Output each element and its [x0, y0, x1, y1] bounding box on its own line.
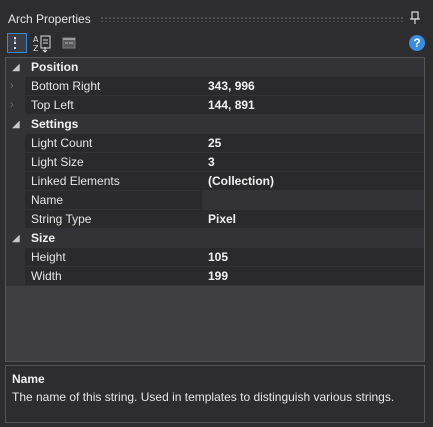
property-value[interactable]: 105	[202, 248, 424, 267]
property-row[interactable]: Linked Elements (Collection)	[6, 172, 424, 191]
row-gutter	[6, 191, 24, 210]
property-pages-icon[interactable]	[60, 33, 80, 53]
row-gutter	[6, 172, 24, 191]
property-value[interactable]	[202, 191, 424, 210]
svg-text:A: A	[33, 35, 39, 44]
property-row[interactable]: String Type Pixel	[6, 210, 424, 229]
property-name: Bottom Right	[25, 77, 206, 96]
properties-panel: Arch Properties AZ ? ◢ Position › Bottom Ri…	[0, 0, 433, 427]
row-gutter	[6, 134, 24, 153]
property-value[interactable]: 199	[202, 267, 424, 286]
property-name: Name	[25, 191, 206, 210]
drag-grip[interactable]	[100, 16, 403, 22]
property-value[interactable]: 3	[202, 153, 424, 172]
collapse-icon[interactable]: ◢	[12, 115, 24, 134]
pin-icon[interactable]	[409, 11, 421, 25]
property-row[interactable]: Height 105	[6, 248, 424, 267]
alphabetical-icon[interactable]: AZ	[32, 33, 52, 53]
property-value[interactable]: (Collection)	[202, 172, 424, 191]
property-value[interactable]: 343, 996	[202, 77, 424, 96]
row-gutter	[6, 210, 24, 229]
title-bar[interactable]: Arch Properties	[0, 0, 433, 30]
category-label: Settings	[31, 117, 79, 131]
property-name: Light Size	[25, 153, 206, 172]
property-row[interactable]: Width 199	[6, 267, 424, 286]
row-gutter	[6, 153, 24, 172]
property-row[interactable]: Light Size 3	[6, 153, 424, 172]
description-pane: Name The name of this string. Used in te…	[5, 365, 425, 423]
property-name: Light Count	[25, 134, 206, 153]
property-value[interactable]: 144, 891	[202, 96, 424, 115]
category-label: Size	[31, 231, 56, 245]
property-row[interactable]: › Top Left 144, 891	[6, 96, 424, 115]
category-label: Position	[31, 60, 79, 74]
description-title: Name	[12, 372, 45, 386]
property-name: String Type	[25, 210, 206, 229]
collapse-icon[interactable]: ◢	[12, 58, 24, 77]
svg-text:Z: Z	[33, 44, 39, 53]
row-gutter: ›	[6, 77, 24, 96]
categorized-icon[interactable]	[7, 33, 27, 53]
description-text: The name of this string. Used in templat…	[12, 390, 395, 404]
property-name: Width	[25, 267, 206, 286]
row-gutter: ›	[6, 96, 24, 115]
help-icon[interactable]: ?	[409, 35, 425, 51]
property-value[interactable]: Pixel	[202, 210, 424, 229]
property-row[interactable]: › Bottom Right 343, 996	[6, 77, 424, 96]
toolbar: AZ ?	[0, 32, 433, 54]
category-position[interactable]: ◢ Position	[6, 58, 424, 77]
property-row[interactable]: Name	[6, 191, 424, 210]
property-value[interactable]: 25	[202, 134, 424, 153]
category-settings[interactable]: ◢ Settings	[6, 115, 424, 134]
property-name: Linked Elements	[25, 172, 206, 191]
property-name: Top Left	[25, 96, 206, 115]
row-gutter	[6, 267, 24, 286]
expand-icon[interactable]: ›	[10, 77, 14, 96]
property-name: Height	[25, 248, 206, 267]
property-row[interactable]: Light Count 25	[6, 134, 424, 153]
collapse-icon[interactable]: ◢	[12, 229, 24, 248]
panel-title: Arch Properties	[8, 12, 91, 26]
property-grid: ◢ Position › Bottom Right 343, 996 › Top Left 1…	[5, 57, 425, 362]
row-gutter	[6, 248, 24, 267]
category-size[interactable]: ◢ Size	[6, 229, 424, 248]
expand-icon[interactable]: ›	[10, 96, 14, 115]
